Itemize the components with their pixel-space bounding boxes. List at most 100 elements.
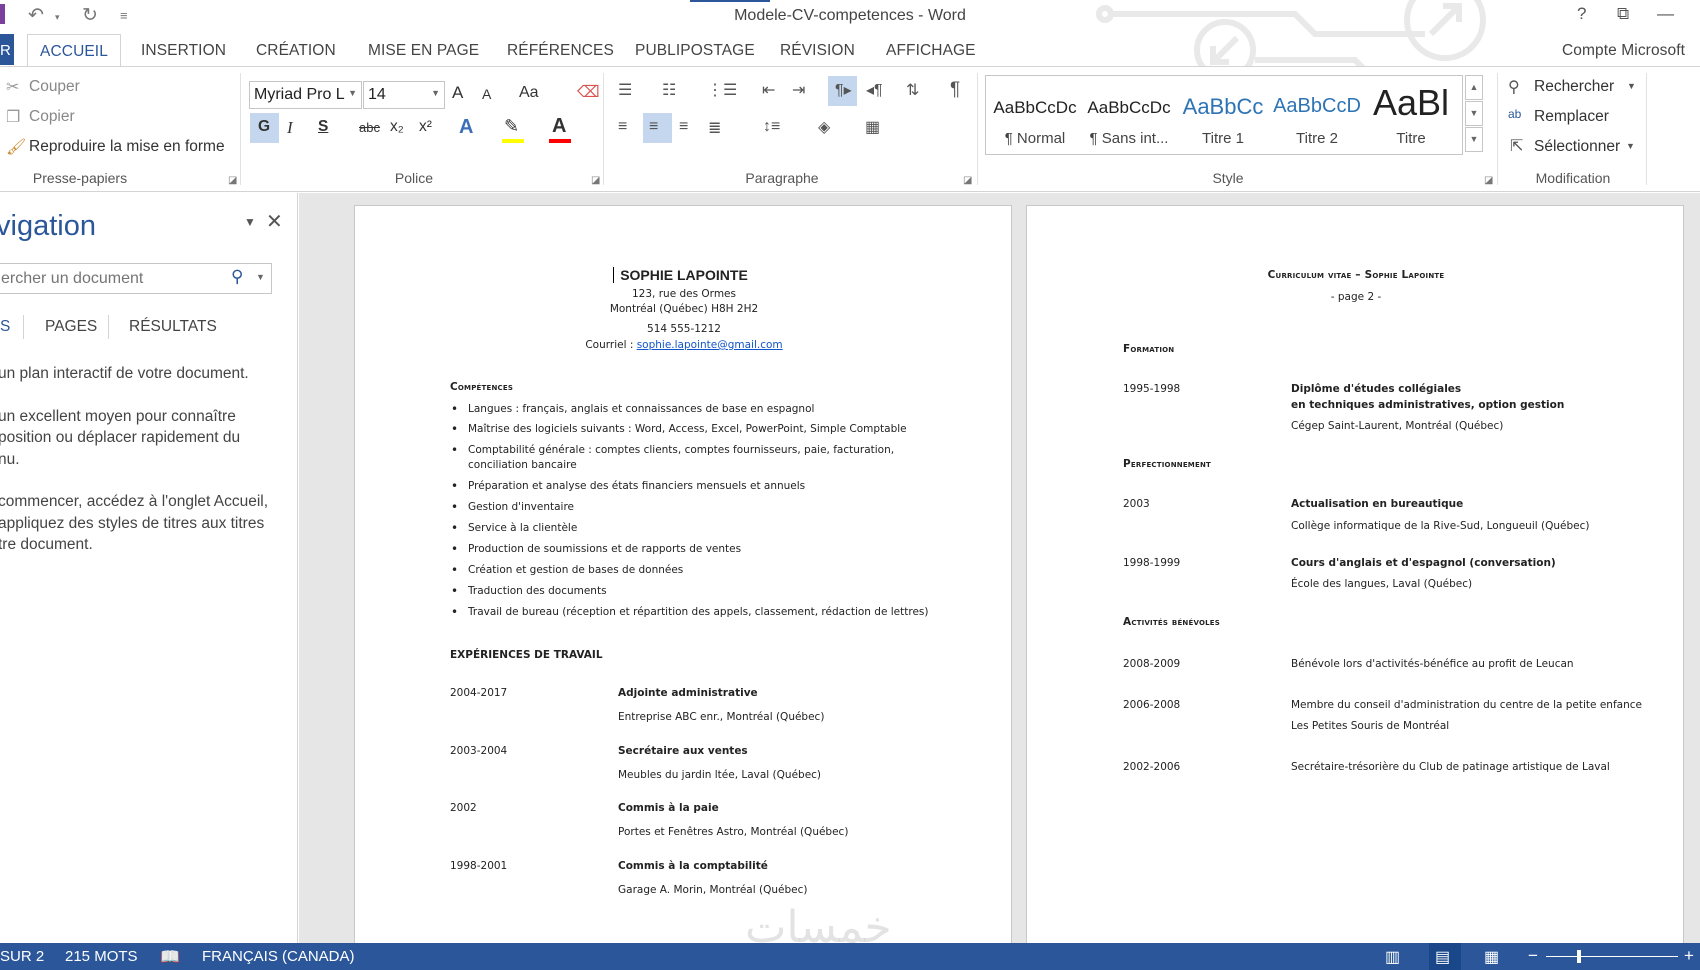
list-item: Gestion d'inventaire xyxy=(451,500,574,514)
editing-group-label: Modification xyxy=(1535,170,1611,186)
numbering-icon[interactable]: ☷ xyxy=(662,80,676,100)
shading-icon[interactable]: ◈ xyxy=(818,117,830,137)
search-icon[interactable]: ⚲ xyxy=(231,267,243,287)
grow-font-button[interactable]: A xyxy=(452,83,463,103)
nav-tab-headings[interactable]: S xyxy=(0,318,10,336)
style-title[interactable]: AaBl Titre xyxy=(1364,76,1458,154)
proofing-icon[interactable]: 📖 xyxy=(160,947,180,967)
zoom-out-button[interactable]: − xyxy=(1528,946,1538,966)
tab-references[interactable]: RÉFÉRENCES xyxy=(507,42,614,60)
list-item: Travail de bureau (réception et répartit… xyxy=(451,605,928,619)
nav-help-paragraph: un excellent moyen pour connaître positi… xyxy=(0,407,241,468)
job-years: 1998-2001 xyxy=(450,860,508,872)
cv-email-link[interactable]: sophie.lapointe@gmail.com xyxy=(637,339,783,351)
font-color-icon[interactable]: A xyxy=(552,115,566,138)
font-size-combo[interactable]: 14 ▼ xyxy=(363,81,445,109)
page-1[interactable]: SOPHIE LAPOINTE 123, rue des Ormes Montr… xyxy=(354,205,1012,943)
page-2[interactable]: Curriculum vitae – Sophie Lapointe - pag… xyxy=(1026,205,1684,943)
subscript-button[interactable]: x₂ xyxy=(390,118,404,136)
multilevel-list-icon[interactable]: ⋮☰ xyxy=(707,80,737,100)
chevron-down-icon[interactable]: ▼ xyxy=(256,272,265,282)
page-indicator[interactable]: SUR 2 xyxy=(0,948,44,965)
strikethrough-button[interactable]: abc xyxy=(359,120,380,135)
tab-affichage[interactable]: AFFICHAGE xyxy=(886,42,976,60)
highlight-icon[interactable]: ✎ xyxy=(504,116,519,137)
chevron-down-icon[interactable]: ▼ xyxy=(1626,141,1635,151)
ribbon-display-options-icon[interactable]: ⧉ xyxy=(1617,4,1629,24)
minimize-icon[interactable]: — xyxy=(1657,4,1674,24)
paragraph-launcher-icon[interactable]: ◪ xyxy=(963,175,972,186)
gallery-more-icon[interactable]: ▼ xyxy=(1465,127,1483,152)
tab-mise-en-page[interactable]: MISE EN PAGE xyxy=(368,42,479,60)
close-icon[interactable]: ✕ xyxy=(266,209,283,234)
align-center-icon[interactable]: ≡ xyxy=(649,118,658,136)
align-left-icon[interactable]: ≡ xyxy=(618,118,627,136)
zoom-in-button[interactable]: + xyxy=(1684,946,1694,966)
cv-email-label: Courriel : xyxy=(585,339,637,351)
style-heading-2[interactable]: AaBbCcD Titre 2 xyxy=(1270,76,1364,154)
show-marks-button[interactable]: ¶ xyxy=(950,79,960,101)
nav-pane-options-icon[interactable]: ▼ xyxy=(244,215,256,229)
list-item: Production de soumissions et de rapports… xyxy=(451,542,741,556)
zoom-slider[interactable] xyxy=(1546,956,1678,957)
language-indicator[interactable]: FRANÇAIS (CANADA) xyxy=(202,948,355,965)
account-link[interactable]: Compte Microsoft xyxy=(1562,42,1685,60)
group-separator xyxy=(1497,73,1498,185)
superscript-button[interactable]: x² xyxy=(419,118,432,136)
style-name: Titre 1 xyxy=(1202,130,1244,147)
tab-accueil[interactable]: ACCUEIL xyxy=(27,34,121,67)
increase-indent-icon[interactable]: ⇥ xyxy=(792,80,805,100)
bold-button[interactable]: G xyxy=(258,118,270,136)
line-spacing-icon[interactable]: ↕≡ xyxy=(763,118,780,136)
align-right-icon[interactable]: ≡ xyxy=(679,118,688,136)
sort-icon[interactable]: ⇅ xyxy=(906,80,919,100)
read-mode-icon[interactable]: ▥ xyxy=(1385,947,1400,967)
style-no-spacing[interactable]: AaBbCcDc ¶ Sans int... xyxy=(1082,76,1176,154)
experience-heading: EXPÉRIENCES DE TRAVAIL xyxy=(450,649,603,661)
justify-icon[interactable]: ≣ xyxy=(708,118,721,138)
word-count[interactable]: 215 MOTS xyxy=(65,948,138,965)
tab-publipostage[interactable]: PUBLIPOSTAGE xyxy=(635,42,755,60)
web-layout-icon[interactable]: ▦ xyxy=(1484,947,1499,967)
text-effects-icon[interactable]: A xyxy=(459,116,473,139)
gallery-up-icon[interactable]: ▲ xyxy=(1465,75,1483,100)
clipboard-launcher-icon[interactable]: ◪ xyxy=(228,175,237,186)
nav-search-input[interactable] xyxy=(0,264,224,293)
nav-tab-separator xyxy=(108,315,109,339)
select-button[interactable]: Sélectionner xyxy=(1534,138,1620,156)
find-button[interactable]: Rechercher xyxy=(1534,78,1614,96)
right-to-left-icon[interactable]: ◂¶ xyxy=(866,80,883,100)
bullets-icon[interactable]: ☰ xyxy=(618,80,632,100)
nav-tab-results[interactable]: RÉSULTATS xyxy=(129,318,217,336)
job-title: Commis à la paie xyxy=(618,802,719,814)
help-icon[interactable]: ? xyxy=(1577,4,1586,24)
chevron-down-icon[interactable]: ▼ xyxy=(1627,81,1636,91)
replace-button[interactable]: Remplacer xyxy=(1534,108,1609,126)
style-normal[interactable]: AaBbCcDc ¶ Normal xyxy=(988,76,1082,154)
font-launcher-icon[interactable]: ◪ xyxy=(591,175,600,186)
tab-insertion[interactable]: INSERTION xyxy=(141,42,226,60)
format-painter-button[interactable]: Reproduire la mise en forme xyxy=(29,138,225,156)
left-to-right-icon[interactable]: ¶▸ xyxy=(835,80,852,100)
nav-tab-pages[interactable]: PAGES xyxy=(45,318,97,336)
zoom-slider-thumb[interactable] xyxy=(1577,950,1581,963)
print-layout-icon[interactable]: ▤ xyxy=(1435,947,1450,967)
shrink-font-button[interactable]: A xyxy=(482,86,491,102)
italic-button[interactable]: I xyxy=(287,118,293,138)
style-heading-1[interactable]: AaBbCc Titre 1 xyxy=(1176,76,1270,154)
tab-revision[interactable]: RÉVISION xyxy=(780,42,855,60)
font-name-combo[interactable]: Myriad Pro L ▼ xyxy=(249,81,362,109)
tab-creation[interactable]: CRÉATION xyxy=(256,42,336,60)
cut-button[interactable]: Couper xyxy=(29,78,80,96)
copy-button[interactable]: Copier xyxy=(29,108,75,126)
borders-icon[interactable]: ▦ xyxy=(865,117,880,137)
change-case-button[interactable]: Aa xyxy=(519,84,539,102)
formation-title-cont: en techniques administratives, option ge… xyxy=(1291,399,1565,411)
underline-button[interactable]: S xyxy=(318,118,328,136)
document-area[interactable]: SOPHIE LAPOINTE 123, rue des Ormes Montr… xyxy=(299,193,1700,943)
gallery-down-icon[interactable]: ▼ xyxy=(1465,101,1483,126)
status-bar: SUR 2 215 MOTS 📖 FRANÇAIS (CANADA) ▥ ▤ ▦… xyxy=(0,943,1700,970)
decrease-indent-icon[interactable]: ⇤ xyxy=(762,80,775,100)
clear-formatting-icon[interactable]: ⌫ xyxy=(577,82,600,102)
styles-launcher-icon[interactable]: ◪ xyxy=(1484,175,1493,186)
